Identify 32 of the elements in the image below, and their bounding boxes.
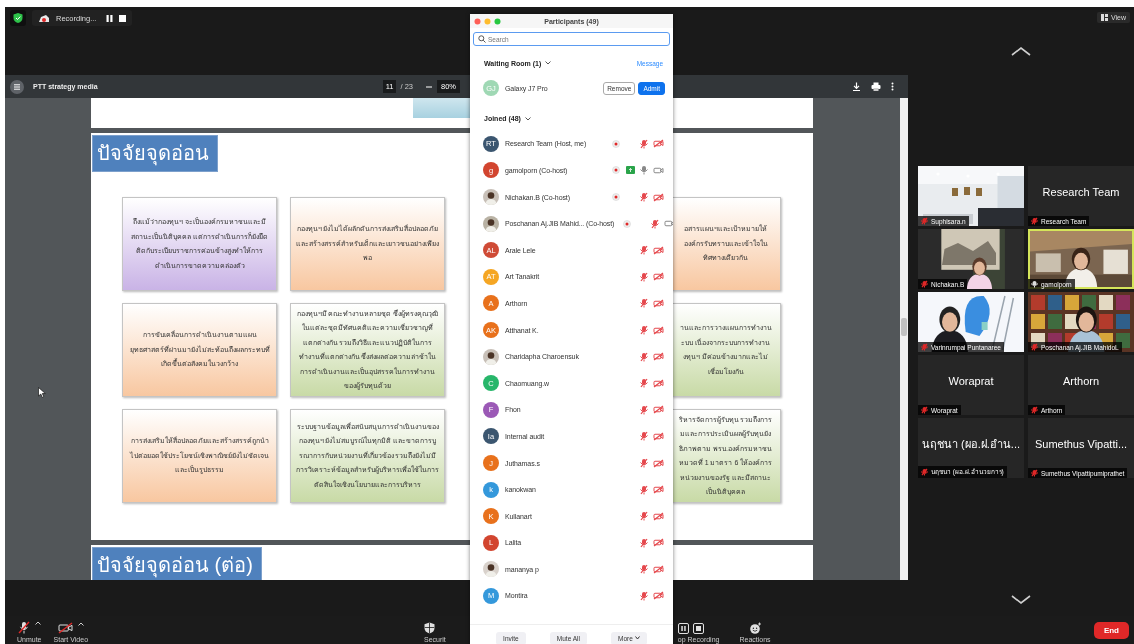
layout-icon	[1100, 14, 1108, 21]
slide-shape	[413, 98, 470, 118]
chevron-up-icon[interactable]	[1011, 47, 1031, 56]
muted-mic-icon	[17, 621, 30, 634]
caret-icon[interactable]	[524, 116, 531, 121]
slide-title: ปัจจัยจุดอ่อน (ต่อ)	[92, 547, 262, 580]
participant-name: Woraprat	[948, 375, 994, 387]
shield-icon[interactable]	[10, 10, 26, 26]
cloud-record-icon	[38, 13, 50, 23]
scrollbar[interactable]	[900, 98, 908, 580]
shield-icon	[424, 622, 436, 634]
video-off-icon	[57, 622, 73, 634]
participant-name: นฤชนา (ผอ.ฝ.อำน...	[922, 437, 1020, 452]
participant-name: Arthorn	[1062, 375, 1100, 387]
chevron-down-icon[interactable]	[1011, 595, 1031, 604]
menu-icon[interactable]	[10, 79, 24, 94]
search-icon	[478, 35, 486, 43]
caret-icon	[634, 636, 640, 640]
pause-stop-icon	[677, 623, 704, 634]
scrollbar-thumb[interactable]	[901, 318, 907, 336]
stop-icon[interactable]	[119, 14, 127, 22]
smiley-icon	[748, 622, 762, 634]
participant-name: Sumethus Vipatti...	[1034, 438, 1128, 450]
end-button[interactable]: End	[1093, 622, 1129, 639]
pause-icon[interactable]	[106, 14, 114, 22]
more-options-icon[interactable]	[891, 82, 894, 91]
slide-title: ปัจจัยจุดอ่อน	[92, 135, 218, 172]
print-icon[interactable]	[871, 82, 881, 91]
participant-name: Research Team	[1042, 186, 1120, 198]
pointer-icon	[38, 387, 46, 398]
download-icon[interactable]	[852, 82, 861, 91]
caret-icon[interactable]	[545, 61, 552, 65]
